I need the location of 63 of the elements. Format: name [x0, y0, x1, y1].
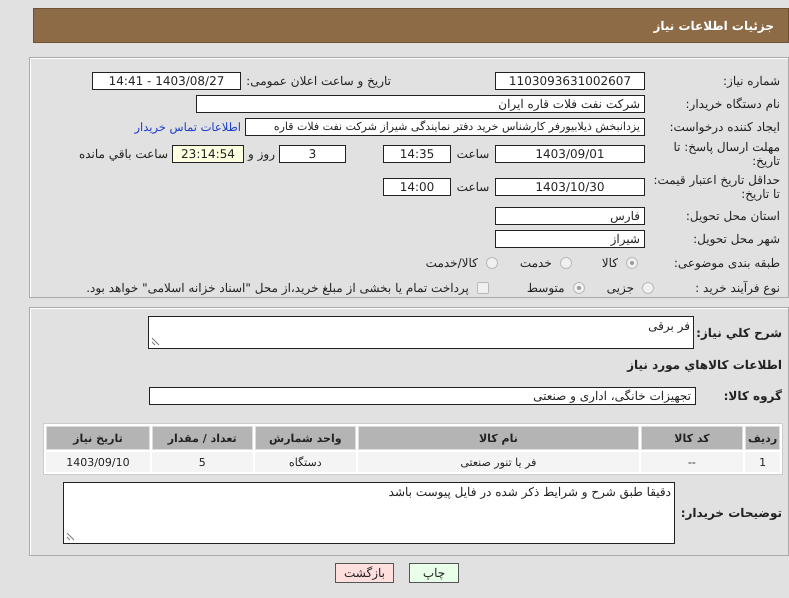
- radio-button[interactable]: [572, 282, 585, 294]
- table-cell: 1: [745, 452, 780, 472]
- field-label: تاریخ و ساعت اعلان عمومی:: [249, 74, 391, 88]
- field-label: شماره نیاز:: [722, 74, 781, 88]
- column-header: واحد شمارش: [254, 426, 356, 450]
- column-header: ردیف: [745, 426, 780, 450]
- requester-field: یزدانبخش ذیلابیورفر کارشناس خرید دفتر نمایندگی شیراز شرکت نفت فلات قاره: [245, 118, 645, 136]
- need-number-field: 1103093631002607: [495, 72, 645, 90]
- radio-button[interactable]: [626, 256, 638, 268]
- column-header: کد کالا: [640, 426, 744, 450]
- column-header: نام کالا: [358, 426, 639, 450]
- validity-date-field: 1403/10/30: [495, 178, 645, 196]
- field-label: حداقل تاریخ اعتبار قیمت: تا تاریخ:: [652, 173, 781, 201]
- column-header: تعداد / مقدار: [152, 426, 253, 450]
- radio-button[interactable]: [486, 256, 498, 268]
- field-label: طبقه بندی موضوعی:: [672, 256, 781, 270]
- field-label: روز و: [248, 147, 275, 161]
- table-cell: --: [640, 452, 744, 472]
- goods-group-field: تجهیزات خانگی، اداری و صنعتی: [149, 387, 696, 405]
- page-title: جزئیات اطلاعات نیاز: [653, 18, 774, 32]
- table-cell: 5: [152, 452, 253, 472]
- field-label: استان محل تحویل:: [684, 208, 781, 222]
- days-field: 3: [279, 145, 346, 163]
- remaining-time-field: 23:14:54: [172, 145, 244, 163]
- notes-field[interactable]: دقیقا طبق شرح و شرایط ذکر شده در فایل پیوست باشد: [63, 482, 675, 544]
- deadline-time-field: 14:35: [383, 145, 451, 163]
- field-label: ساعت: [456, 147, 490, 161]
- province-field: فارس: [495, 206, 645, 224]
- buyer-org-field: شرکت نفت فلات قاره ایران: [196, 94, 645, 112]
- field-label: شهر محل تحویل:: [692, 232, 781, 246]
- resize-grip-icon[interactable]: [66, 532, 75, 541]
- field-label: مهلت ارسال پاسخ: تا تاریخ:: [672, 140, 781, 168]
- table-cell: فر یا تنور صنعتی: [358, 452, 639, 472]
- radio-label: متوسط: [526, 280, 565, 294]
- city-field: شیراز: [495, 230, 645, 248]
- radio-label: جزیی: [606, 280, 634, 294]
- deadline-date-field: 1403/09/01: [495, 145, 645, 163]
- contact-link[interactable]: اطلاعات تماس خریدار: [134, 120, 241, 134]
- column-header: تاریخ نیاز: [46, 426, 150, 450]
- section-title: اطلاعات کالاهاي مورد نیاز: [627, 358, 782, 372]
- field-label: گروه کالا:: [722, 389, 782, 403]
- checkbox[interactable]: [476, 282, 489, 294]
- field-label: نوع فرآیند خرید :: [694, 280, 781, 294]
- validity-time-field: 14:00: [383, 178, 451, 196]
- field-label: شرح کلي نیاز:: [695, 326, 782, 340]
- announce-date-field: 1403/08/27 - 14:41: [92, 72, 241, 90]
- description-field[interactable]: فر برقی: [148, 316, 694, 349]
- radio-label: کالا/خدمت: [426, 256, 478, 270]
- radio-label: خدمت: [520, 256, 552, 270]
- payment-note: پرداخت تمام یا بخشی از مبلغ خرید،از محل "اسناد خزانه اسلامی" خواهد بود.: [86, 280, 469, 294]
- field-label: ساعت باقي مانده: [78, 147, 168, 161]
- field-label: ایجاد کننده درخواست:: [668, 120, 781, 134]
- back-button[interactable]: بازگشت: [335, 563, 394, 583]
- radio-button[interactable]: [560, 256, 572, 268]
- table-cell: دستگاه: [254, 452, 356, 472]
- print-button[interactable]: چاپ: [409, 563, 459, 583]
- field-label: نام دستگاه خریدار:: [684, 96, 781, 110]
- radio-button[interactable]: [642, 282, 654, 294]
- radio-label: کالا: [602, 256, 618, 270]
- field-label: توضیحات خریدار:: [680, 506, 782, 520]
- table-cell: 1403/09/10: [46, 452, 150, 472]
- resize-grip-icon[interactable]: [151, 337, 160, 346]
- field-label: ساعت: [456, 180, 490, 194]
